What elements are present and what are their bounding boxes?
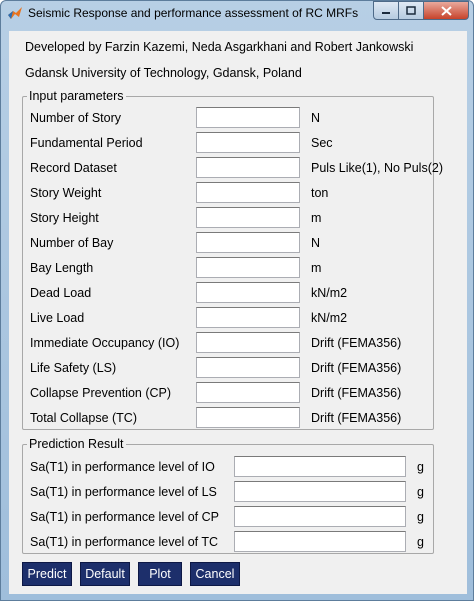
unit-label: N [311, 236, 321, 250]
unit-label: Sec [311, 136, 333, 150]
input-field[interactable] [196, 307, 300, 328]
unit-label: Puls Like(1), No Puls(2) [311, 161, 443, 175]
unit-label: ton [311, 186, 329, 200]
input-label: Live Load [30, 311, 85, 325]
unit-label: g [417, 485, 424, 499]
input-label: Number of Bay [30, 236, 114, 250]
input-field[interactable] [196, 382, 300, 403]
unit-label: g [417, 460, 424, 474]
unit-label: Drift (FEMA356) [311, 386, 402, 400]
input-field[interactable] [196, 407, 300, 428]
input-label: Dead Load [30, 286, 92, 300]
maximize-icon [406, 6, 416, 15]
input-field[interactable] [196, 332, 300, 353]
unit-label: m [311, 261, 322, 275]
input-field[interactable] [196, 357, 300, 378]
affiliation-text: Gdansk University of Technology, Gdansk,… [25, 66, 302, 80]
unit-label: kN/m2 [311, 286, 348, 300]
prediction-result-title: Prediction Result [27, 437, 126, 451]
input-label: Record Dataset [30, 161, 117, 175]
input-field[interactable] [196, 282, 300, 303]
input-label: Story Height [30, 211, 99, 225]
unit-label: Drift (FEMA356) [311, 361, 402, 375]
input-label: Number of Story [30, 111, 122, 125]
result-label: Sa(T1) in performance level of CP [30, 510, 219, 524]
close-icon [440, 5, 452, 16]
result-field[interactable] [234, 456, 406, 477]
input-field[interactable] [196, 257, 300, 278]
input-label: Life Safety (LS) [30, 361, 117, 375]
predict-button[interactable]: Predict [22, 562, 72, 586]
matlab-icon [8, 7, 22, 19]
input-label: Fundamental Period [30, 136, 143, 150]
plot-button[interactable]: Plot [138, 562, 182, 586]
input-parameters-title: Input parameters [27, 89, 126, 103]
close-button[interactable] [423, 1, 469, 20]
result-field[interactable] [234, 531, 406, 552]
title-bar[interactable]: Seismic Response and performance assessm… [1, 1, 473, 25]
input-label: Immediate Occupancy (IO) [30, 336, 180, 350]
input-field[interactable] [196, 132, 300, 153]
minimize-button[interactable] [373, 1, 399, 20]
input-label: Bay Length [30, 261, 94, 275]
result-label: Sa(T1) in performance level of LS [30, 485, 217, 499]
result-field[interactable] [234, 506, 406, 527]
input-label: Total Collapse (TC) [30, 411, 137, 425]
unit-label: m [311, 211, 322, 225]
unit-label: g [417, 510, 424, 524]
authors-text: Developed by Farzin Kazemi, Neda Asgarkh… [25, 40, 414, 54]
result-label: Sa(T1) in performance level of IO [30, 460, 215, 474]
cancel-button[interactable]: Cancel [190, 562, 240, 586]
unit-label: Drift (FEMA356) [311, 411, 402, 425]
window-title: Seismic Response and performance assessm… [28, 6, 359, 20]
unit-label: N [311, 111, 321, 125]
default-button[interactable]: Default [80, 562, 130, 586]
result-label: Sa(T1) in performance level of TC [30, 535, 219, 549]
maximize-button[interactable] [398, 1, 424, 20]
input-field[interactable] [196, 182, 300, 203]
minimize-icon [382, 11, 390, 14]
unit-label: kN/m2 [311, 311, 348, 325]
unit-label: g [417, 535, 424, 549]
input-label: Story Weight [30, 186, 102, 200]
input-field[interactable] [196, 157, 300, 178]
unit-label: Drift (FEMA356) [311, 336, 402, 350]
input-field[interactable] [196, 232, 300, 253]
input-field[interactable] [196, 207, 300, 228]
input-field[interactable] [196, 107, 300, 128]
input-label: Collapse Prevention (CP) [30, 386, 172, 400]
result-field[interactable] [234, 481, 406, 502]
